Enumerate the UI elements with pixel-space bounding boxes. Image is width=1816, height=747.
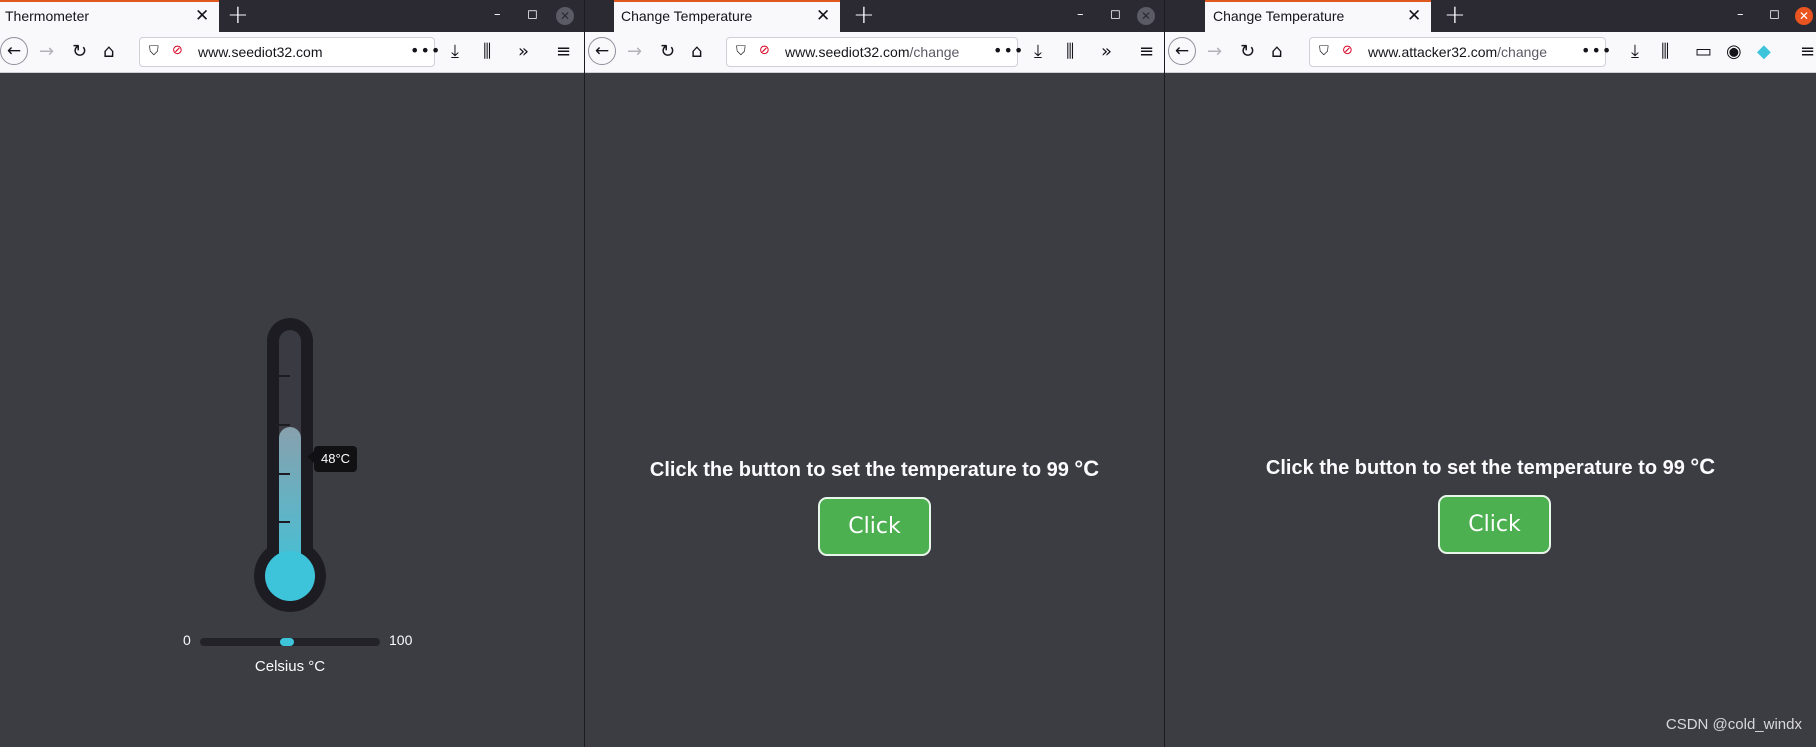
tab-title: Thermometer xyxy=(5,8,90,24)
library-icon[interactable]: ⫼ xyxy=(1066,41,1074,63)
new-tab-icon[interactable]: + xyxy=(227,1,249,29)
maximize-icon[interactable]: ◻ xyxy=(1110,6,1121,24)
home-icon[interactable]: ⌂ xyxy=(1271,41,1282,63)
maximize-icon[interactable]: ◻ xyxy=(1769,6,1780,24)
reload-icon[interactable]: ↻ xyxy=(660,41,675,63)
watermark: CSDN @cold_windx xyxy=(1665,716,1802,733)
close-window-icon[interactable]: ✕ xyxy=(1795,7,1813,25)
new-tab-icon[interactable]: + xyxy=(1444,1,1466,29)
click-button[interactable]: Click xyxy=(818,497,931,556)
unit-label: Celsius °C xyxy=(254,658,326,675)
scale-tick xyxy=(277,521,290,523)
home-icon[interactable]: ⌂ xyxy=(691,41,702,63)
url-bar[interactable]: ⛉ ⊘ www.seediot32.com/change ••• xyxy=(726,37,1023,67)
home-icon[interactable]: ⌂ xyxy=(103,41,114,63)
nav-toolbar: ← → ↻ ⌂ ⛉ ⊘ www.seediot32.com/change •••… xyxy=(585,32,1164,73)
download-icon[interactable]: ⤓ xyxy=(1631,41,1639,63)
download-icon[interactable]: ⤓ xyxy=(451,41,459,63)
forward-icon[interactable]: → xyxy=(627,41,642,63)
tracking-shield-icon[interactable]: ⛉ xyxy=(736,44,746,59)
tab-close-icon[interactable]: ✕ xyxy=(1407,6,1421,26)
range-min-label: 0 xyxy=(183,632,191,648)
scale-tick xyxy=(277,375,290,377)
extension-icon[interactable]: ◆ xyxy=(1757,41,1771,63)
tab-strip: Thermometer ✕ + – ◻ ✕ xyxy=(0,0,584,32)
close-window-icon[interactable]: ✕ xyxy=(1137,7,1155,25)
insecure-lock-icon[interactable]: ⊘ xyxy=(759,43,770,58)
tab-change-temperature[interactable]: Change Temperature ✕ xyxy=(614,0,840,32)
page-heading: Click the button to set the temperature … xyxy=(1265,454,1716,479)
page-heading: Click the button to set the temperature … xyxy=(649,456,1100,481)
tab-title: Change Temperature xyxy=(1213,8,1345,24)
url-text: www.seediot32.com/change xyxy=(785,44,960,60)
tab-close-icon[interactable]: ✕ xyxy=(816,6,830,26)
tab-strip: Change Temperature ✕ + – ◻ ✕ xyxy=(1165,0,1816,32)
back-icon[interactable]: ← xyxy=(1168,37,1196,65)
overflow-icon[interactable]: » xyxy=(1101,41,1112,63)
browser-window-seediot-change: Change Temperature ✕ + – ◻ ✕ ← → ↻ ⌂ ⛉ ⊘… xyxy=(585,0,1164,747)
click-button[interactable]: Click xyxy=(1438,495,1551,554)
scale-tick xyxy=(277,424,290,426)
account-icon[interactable]: ◉ xyxy=(1726,41,1742,63)
overflow-icon[interactable]: » xyxy=(518,41,529,63)
library-icon[interactable]: ⫼ xyxy=(1661,41,1669,63)
reload-icon[interactable]: ↻ xyxy=(1240,41,1255,63)
menu-icon[interactable]: ≡ xyxy=(1800,41,1815,63)
url-bar[interactable]: ⛉ ⊘ www.seediot32.com ••• xyxy=(139,37,440,67)
insecure-lock-icon[interactable]: ⊘ xyxy=(1342,43,1353,58)
browser-window-thermometer: Thermometer ✕ + – ◻ ✕ ← → ↻ ⌂ ⛉ ⊘ www.se… xyxy=(0,0,584,747)
tab-strip: Change Temperature ✕ + – ◻ ✕ xyxy=(585,0,1164,32)
page-actions-icon[interactable]: ••• xyxy=(1581,41,1612,60)
back-icon[interactable]: ← xyxy=(0,37,28,65)
forward-icon[interactable]: → xyxy=(1207,41,1222,63)
url-text: www.attacker32.com/change xyxy=(1368,44,1547,60)
download-icon[interactable]: ⤓ xyxy=(1034,41,1042,63)
url-bar[interactable]: ⛉ ⊘ www.attacker32.com/change ••• xyxy=(1309,37,1611,67)
minimize-icon[interactable]: – xyxy=(494,6,501,24)
tab-close-icon[interactable]: ✕ xyxy=(195,6,209,26)
menu-icon[interactable]: ≡ xyxy=(556,41,571,63)
insecure-lock-icon[interactable]: ⊘ xyxy=(172,43,183,58)
forward-icon[interactable]: → xyxy=(39,41,54,63)
new-tab-icon[interactable]: + xyxy=(853,1,875,29)
menu-icon[interactable]: ≡ xyxy=(1139,41,1154,63)
minimize-icon[interactable]: – xyxy=(1077,6,1084,24)
maximize-icon[interactable]: ◻ xyxy=(527,6,538,24)
temperature-readout: 48°C xyxy=(306,446,358,472)
back-icon[interactable]: ← xyxy=(588,37,616,65)
reload-icon[interactable]: ↻ xyxy=(72,41,87,63)
browser-window-attacker-change: Change Temperature ✕ + – ◻ ✕ ← → ↻ ⌂ ⛉ ⊘… xyxy=(1165,0,1816,747)
close-window-icon[interactable]: ✕ xyxy=(556,7,574,25)
nav-toolbar: ← → ↻ ⌂ ⛉ ⊘ www.attacker32.com/change ••… xyxy=(1165,32,1816,73)
page-actions-icon[interactable]: ••• xyxy=(993,41,1024,60)
tab-title: Change Temperature xyxy=(621,8,753,24)
tracking-shield-icon[interactable]: ⛉ xyxy=(149,44,159,59)
tracking-shield-icon[interactable]: ⛉ xyxy=(1319,44,1329,59)
nav-toolbar: ← → ↻ ⌂ ⛉ ⊘ www.seediot32.com ••• ⤓ ⫼ » … xyxy=(0,32,584,73)
mercury-bulb xyxy=(265,551,315,601)
sidebar-icon[interactable]: ▭ xyxy=(1695,41,1712,63)
scale-tick xyxy=(277,473,290,475)
range-max-label: 100 xyxy=(389,632,413,648)
slider-thumb[interactable] xyxy=(280,638,294,646)
page-actions-icon[interactable]: ••• xyxy=(410,41,441,60)
tab-change-temperature[interactable]: Change Temperature ✕ xyxy=(1205,0,1431,32)
tab-thermometer[interactable]: Thermometer ✕ xyxy=(0,0,219,32)
library-icon[interactable]: ⫼ xyxy=(483,41,491,63)
url-text: www.seediot32.com xyxy=(198,44,323,60)
minimize-icon[interactable]: – xyxy=(1737,6,1744,24)
